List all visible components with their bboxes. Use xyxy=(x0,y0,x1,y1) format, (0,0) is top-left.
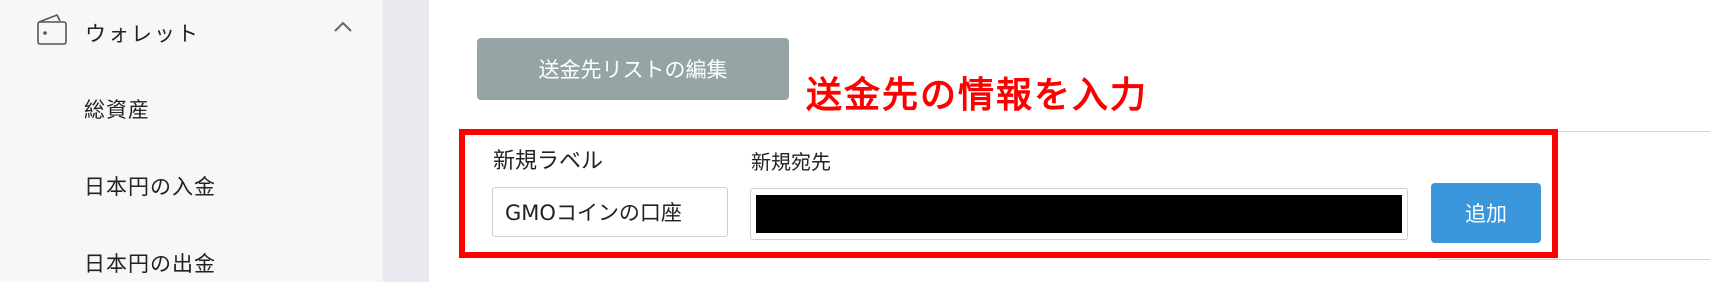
annotation-highlight-box xyxy=(459,129,1558,258)
sidebar-item-jpy-withdrawal[interactable]: 日本円の出金 xyxy=(84,248,216,278)
sidebar-item-total-assets[interactable]: 総資産 xyxy=(84,94,150,124)
wallet-icon xyxy=(35,12,71,48)
sidebar-item-label: ウォレット xyxy=(85,22,200,46)
chevron-up-icon[interactable] xyxy=(330,16,356,38)
sidebar-item-jpy-deposit[interactable]: 日本円の入金 xyxy=(84,171,216,201)
sidebar: ウォレット 総資産 日本円の入金 日本円の出金 xyxy=(0,0,383,282)
sidebar-item-wallet[interactable]: ウォレット xyxy=(35,12,355,52)
content-gutter xyxy=(383,0,429,282)
edit-destination-list-button[interactable]: 送金先リストの編集 xyxy=(477,38,789,100)
annotation-text: 送金先の情報を入力 xyxy=(806,75,1149,116)
divider-line xyxy=(1438,259,1710,260)
